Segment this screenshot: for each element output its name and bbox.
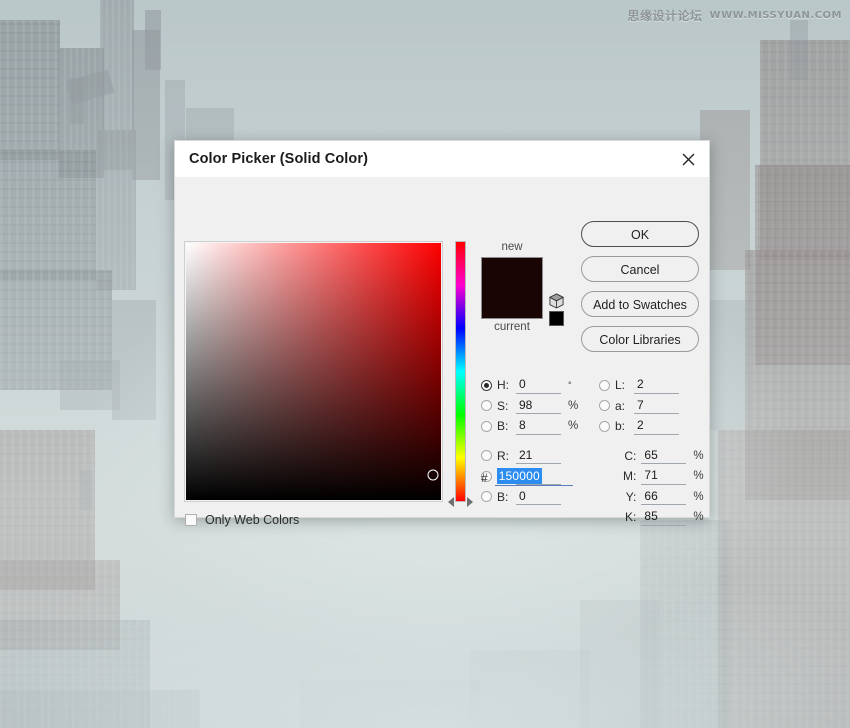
lab-a-input[interactable] [634,397,679,415]
hsb-rgb-column: H: ° S: % B: % [481,375,597,507]
hue-marker-left-icon[interactable] [448,497,454,507]
lab-cmyk-column: L: a: b: C: % [599,375,707,528]
yellow-label: Y: [625,489,637,504]
magenta-row: M: % [599,466,707,487]
lab-l-input[interactable] [634,376,679,394]
black-row: K: % [599,507,707,528]
hue-label: H: [497,378,509,393]
black-unit: % [693,511,704,524]
red-radio[interactable] [481,450,492,462]
color-preview-block: new current [477,239,547,335]
blue-label: B: [497,489,509,504]
cyan-input[interactable] [641,447,687,465]
black-square-icon[interactable] [549,311,564,326]
color-field-wrapper [184,241,443,502]
black-input[interactable] [641,508,687,526]
new-color-label: new [501,241,523,253]
blue-radio[interactable] [481,491,492,503]
cube-icon[interactable] [549,293,564,309]
saturation-brightness-field[interactable] [186,243,441,500]
hue-row: H: ° [481,375,597,396]
hue-marker-right-icon[interactable] [467,497,473,507]
brightness-row: B: % [481,416,597,437]
watermark: 思缘设计论坛 WWW.MISSYUAN.COM [628,7,842,24]
lab-l-label: L: [615,378,626,393]
brightness-label: B: [497,419,509,434]
lab-b-row: b: [599,416,707,437]
only-web-colors-checkbox[interactable] [185,514,197,526]
hue-gradient-strip[interactable] [455,241,466,502]
color-picker-dialog: Color Picker (Solid Color) new current O… [174,140,710,527]
new-color-swatch[interactable] [481,257,543,319]
magenta-label: M: [623,469,637,484]
dialog-button-column: OK Cancel Add to Swatches Color Librarie… [581,221,699,361]
blue-row: B: [481,487,597,508]
hue-slider[interactable] [448,240,473,507]
blue-input[interactable] [516,488,561,506]
lab-a-row: a: [599,396,707,417]
saturation-input[interactable] [516,397,561,415]
add-to-swatches-button[interactable]: Add to Swatches [581,291,699,317]
cancel-button[interactable]: Cancel [581,256,699,282]
gamut-icon-group [549,293,567,326]
lab-l-radio[interactable] [599,379,610,391]
hex-input[interactable]: 150000 [494,468,573,486]
hue-unit: ° [568,380,572,391]
yellow-row: Y: % [599,487,707,508]
only-web-colors-label: Only Web Colors [205,513,300,527]
red-label: R: [497,448,509,463]
cyan-row: C: % [599,446,707,467]
yellow-unit: % [693,490,704,503]
cyan-unit: % [693,449,704,462]
saturation-radio[interactable] [481,400,492,412]
dialog-titlebar: Color Picker (Solid Color) [175,141,709,177]
current-color-label: current [494,321,530,333]
saturation-unit: % [568,399,579,412]
lab-b-radio[interactable] [599,420,610,432]
ok-button[interactable]: OK [581,221,699,247]
dialog-body: new current OK Cancel Add to Swatches Co… [175,177,709,527]
dialog-title: Color Picker (Solid Color) [189,151,369,167]
magenta-input[interactable] [641,467,687,485]
hex-value[interactable]: 150000 [496,468,542,484]
color-field-cursor[interactable] [427,469,439,481]
watermark-cn: 思缘设计论坛 [627,9,703,23]
hex-hash-label: # [481,470,488,485]
only-web-colors-row[interactable]: Only Web Colors [185,513,299,527]
hue-radio[interactable] [481,379,492,391]
brightness-input[interactable] [516,417,561,435]
cyan-label: C: [624,448,637,463]
brightness-unit: % [568,420,579,433]
red-input[interactable] [516,447,561,465]
color-libraries-button[interactable]: Color Libraries [581,326,699,352]
brightness-radio[interactable] [481,420,492,432]
saturation-row: S: % [481,396,597,417]
yellow-input[interactable] [641,488,687,506]
lab-b-label: b: [615,419,626,434]
black-label: K: [625,510,637,525]
close-icon[interactable] [667,141,709,177]
lab-a-radio[interactable] [599,400,610,412]
magenta-unit: % [693,470,704,483]
lab-l-row: L: [599,375,707,396]
lab-b-input[interactable] [634,417,679,435]
hex-field-row: # 150000 [481,468,573,486]
red-row: R: [481,446,597,467]
lab-a-label: a: [615,398,626,413]
saturation-label: S: [497,398,509,413]
hue-input[interactable] [516,376,561,394]
watermark-url: WWW.MISSYUAN.COM [709,10,842,21]
